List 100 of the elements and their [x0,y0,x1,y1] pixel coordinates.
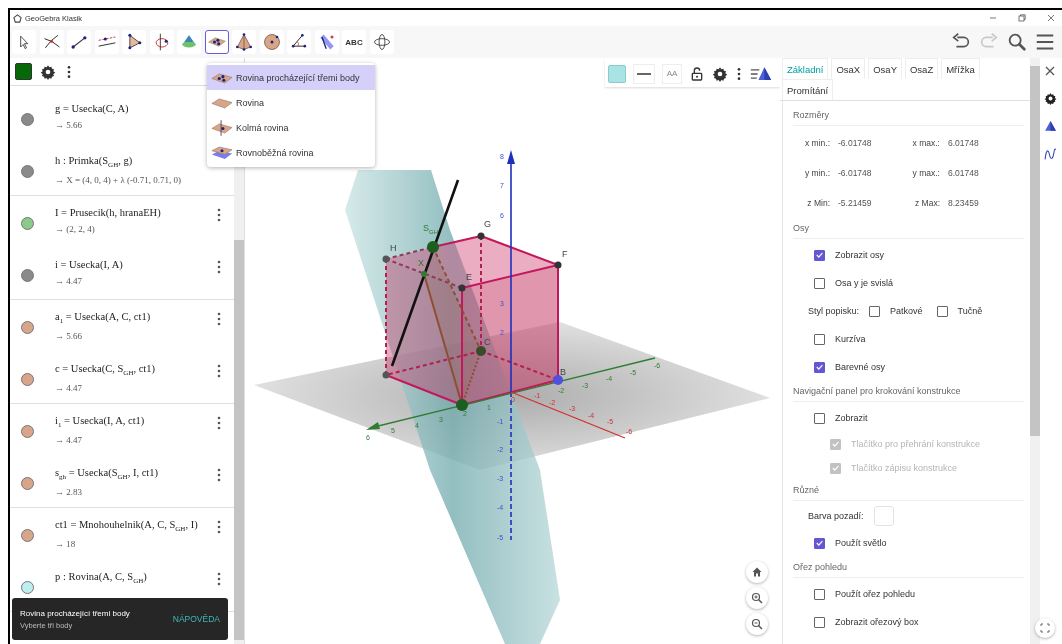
visibility-dot[interactable] [21,321,34,335]
input-field[interactable]: -6.01748 [838,168,900,178]
checkbox-label: Použít ořez pohledu [835,589,916,599]
section-heading: Různé [793,480,1024,501]
tool-button[interactable] [39,30,64,54]
checkbox-label: Tlačítko pro přehrání konstrukce [851,439,981,449]
checkbox[interactable] [936,305,948,317]
search-icon[interactable] [1006,31,1028,53]
menu-item[interactable]: Kolmá rovina [207,115,375,140]
settings-tab[interactable]: Mřížka [941,58,980,79]
checkbox[interactable] [814,333,825,345]
checkbox[interactable] [814,361,825,373]
checkbox[interactable] [814,588,825,600]
settings-tab[interactable]: OsaZ [904,58,939,79]
input-field[interactable]: -5.21459 [838,198,900,208]
formula: g = Usecka(C, A) [55,103,130,114]
menu-item[interactable]: Rovnoběžná rovina [207,140,375,165]
line-style-button[interactable] [633,63,655,84]
more-options-icon[interactable] [216,467,222,482]
color-swatch[interactable] [15,63,32,80]
restore-icon[interactable] [1017,13,1027,23]
zoom-in-button[interactable] [746,587,768,609]
more-options-icon[interactable] [216,520,222,534]
visibility-dot[interactable] [21,268,34,282]
zoom-out-button[interactable] [746,613,768,635]
rotate-view-icon [371,32,392,52]
tool-button[interactable] [314,30,339,54]
field-label: y max.: [911,168,941,178]
tool-button[interactable] [369,30,394,54]
text-tool-button[interactable]: ABC [342,30,366,54]
field-label: x min.: [803,138,831,148]
checkbox[interactable] [814,412,825,424]
more-options-icon[interactable] [216,416,222,430]
tool-button[interactable] [67,30,91,54]
settings-tab[interactable]: OsaX [831,58,866,79]
checkbox[interactable] [814,277,825,289]
input-field[interactable]: -6.01748 [838,138,900,148]
input-field[interactable]: 6.01748 [948,138,1008,148]
scrollbar[interactable] [1030,58,1040,644]
settings-icon[interactable] [712,65,728,82]
close-icon[interactable] [1046,13,1056,23]
help-link[interactable]: NÁPOVĚDA [172,614,220,624]
field-label: Barva pozadí: [808,511,864,521]
tool-button[interactable] [232,30,256,54]
scrollbar-thumb[interactable] [234,240,244,640]
curve-icon[interactable] [1043,148,1057,161]
input-field[interactable]: 8.23459 [948,198,1008,208]
more-options-icon[interactable] [216,363,222,378]
menu-item[interactable]: Rovina [207,90,375,115]
visibility-dot[interactable] [21,372,34,386]
field-label: x max.: [911,138,941,148]
close-icon[interactable] [1044,65,1056,77]
visibility-dot[interactable] [21,580,34,594]
settings-icon[interactable] [40,63,56,80]
value: → (2, 2, 4) [55,224,96,234]
visibility-dot[interactable] [21,164,34,178]
home-icon [751,566,763,578]
more-options-icon[interactable] [216,208,222,222]
tool-button[interactable] [94,30,119,54]
checkbox[interactable] [814,616,825,628]
tool-button[interactable] [287,30,311,54]
home-button[interactable] [746,561,768,583]
visibility-dot[interactable] [21,529,34,543]
checkbox-label: Zobrazit [835,413,868,423]
tool-button[interactable] [12,30,36,54]
field-label: z Max: [913,198,941,208]
more-options-icon[interactable] [735,65,743,82]
checkbox[interactable] [869,305,881,317]
tool-button[interactable] [122,30,146,54]
field-label: y min.: [803,168,831,178]
input-field[interactable]: 6.01748 [948,168,1008,178]
menu-item[interactable]: Rovina procházející třemi body [207,65,375,90]
visibility-dot[interactable] [21,217,34,231]
point-label: X [418,259,424,268]
more-options-icon[interactable] [216,312,222,326]
formula: s$_{gh}$ = Usecka(S$_{GH}$, I, ct1) [55,466,159,481]
visibility-dot[interactable] [21,476,34,490]
view-icon[interactable] [750,65,772,82]
more-options-icon[interactable] [216,571,222,586]
settings-tab[interactable]: Promítání [782,79,834,100]
pyramid-icon[interactable] [1043,120,1057,133]
checkbox-label: Patkové [890,306,923,316]
lock-icon[interactable] [689,65,705,82]
more-options-icon[interactable] [216,259,222,274]
value: → 18 [55,539,77,550]
scrollbar-thumb[interactable] [1030,66,1040,436]
settings-icon[interactable] [1043,92,1057,105]
text-size-button[interactable]: AA [662,63,682,84]
visibility-dot[interactable] [21,425,34,439]
checkbox[interactable] [814,249,825,261]
checkbox-label: Zobrazit osy [835,250,885,260]
value: → 5.66 [55,331,83,342]
tool-button[interactable] [149,30,174,54]
app-logo-icon [13,13,22,23]
visibility-dot[interactable] [21,113,34,127]
checkbox[interactable] [814,537,825,549]
settings-tab[interactable]: OsaY [868,58,902,79]
color-swatch[interactable] [608,64,626,83]
tool-button[interactable] [204,30,229,54]
pyramid-icon [234,32,254,52]
